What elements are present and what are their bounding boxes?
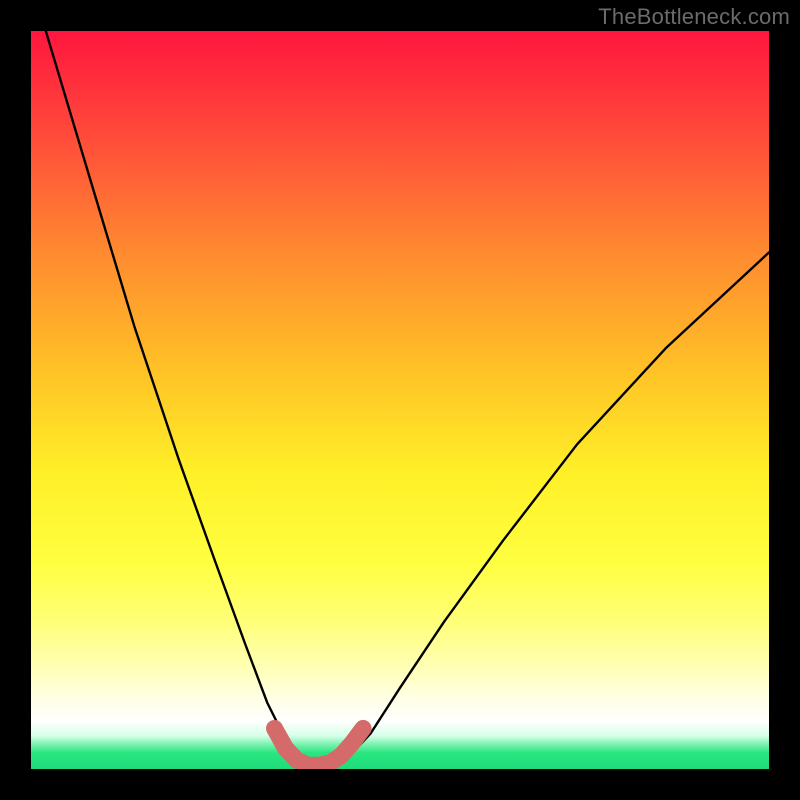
gradient-background: [31, 31, 769, 769]
plot-svg: [31, 31, 769, 769]
chart-frame: TheBottleneck.com: [0, 0, 800, 800]
watermark-text: TheBottleneck.com: [598, 4, 790, 30]
plot-area: [31, 31, 769, 769]
